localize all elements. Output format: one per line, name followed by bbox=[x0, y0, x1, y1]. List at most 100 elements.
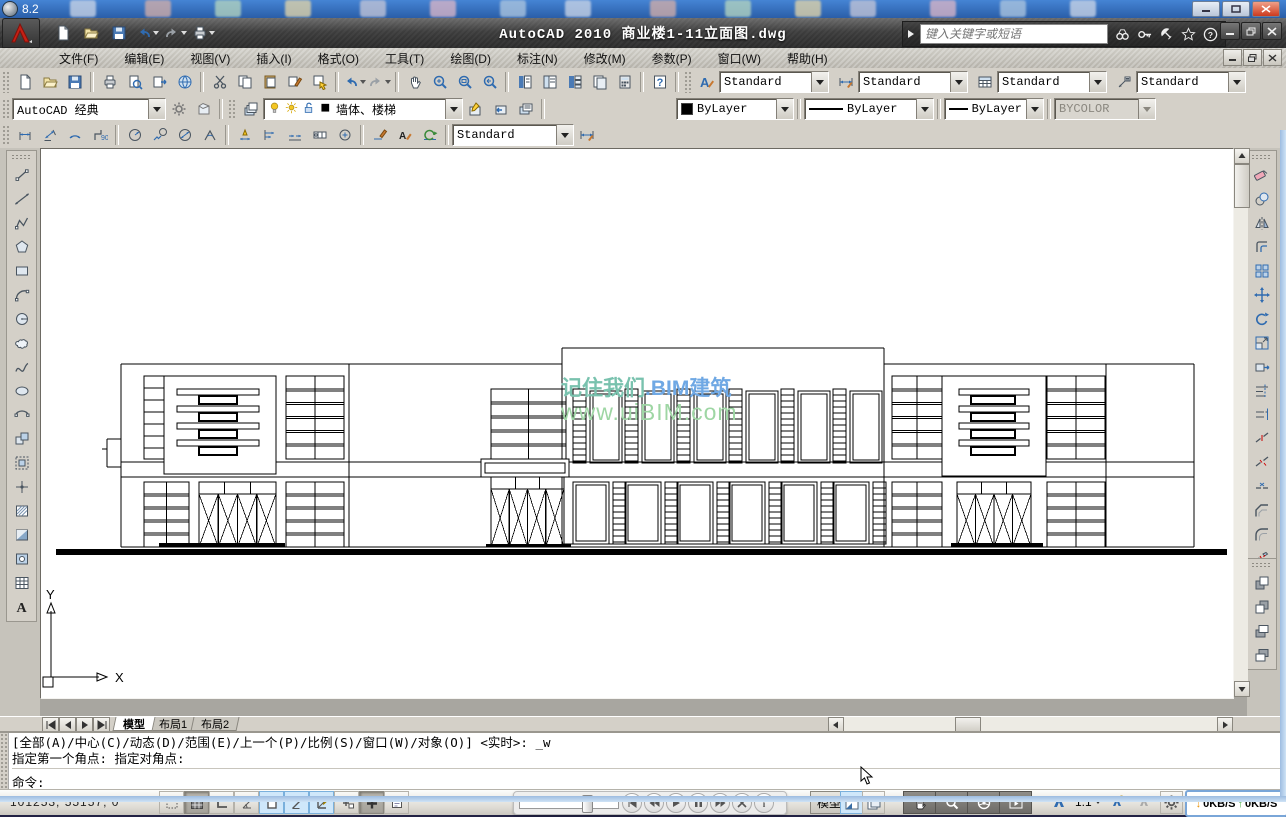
dimension-text-edit-button[interactable]: A bbox=[392, 123, 417, 147]
designcenter-button[interactable] bbox=[537, 70, 562, 94]
save-button[interactable] bbox=[62, 70, 87, 94]
bring-to-front-button[interactable] bbox=[1248, 571, 1275, 595]
menu-window[interactable]: 窗口(W) bbox=[705, 48, 774, 69]
properties-button[interactable] bbox=[512, 70, 537, 94]
dimension-style-combo[interactable]: Standard bbox=[858, 71, 968, 93]
break-at-point-button[interactable] bbox=[1248, 427, 1275, 451]
circle-button[interactable] bbox=[8, 307, 35, 331]
linetype-combo[interactable]: ByLayer bbox=[804, 98, 934, 120]
plot-preview-button[interactable] bbox=[122, 70, 147, 94]
document-restore-button[interactable] bbox=[1243, 49, 1262, 66]
menu-parametric[interactable]: 参数(P) bbox=[639, 48, 705, 69]
aligned-button[interactable] bbox=[37, 123, 62, 147]
fillet-button[interactable] bbox=[1248, 523, 1275, 547]
bulb-icon[interactable] bbox=[268, 101, 281, 118]
bring-above-objects-button[interactable] bbox=[1248, 619, 1275, 643]
extend-button[interactable] bbox=[1248, 403, 1275, 427]
ortho-toggle[interactable] bbox=[209, 791, 234, 814]
satellite-button[interactable] bbox=[1155, 24, 1177, 44]
ordinate-button[interactable]: 90 bbox=[87, 123, 112, 147]
help-circle-button[interactable]: ? bbox=[1199, 24, 1221, 44]
menu-view[interactable]: 视图(V) bbox=[177, 48, 243, 69]
continue-button[interactable] bbox=[282, 123, 307, 147]
baseline-button[interactable] bbox=[257, 123, 282, 147]
multileader-style-combo-arrow-icon[interactable] bbox=[1228, 72, 1245, 92]
close-button[interactable] bbox=[1262, 22, 1282, 40]
dyn-toggle[interactable] bbox=[334, 791, 359, 814]
layer-combo-arrow-icon[interactable] bbox=[445, 99, 462, 119]
qat-save-button[interactable] bbox=[106, 21, 132, 45]
array-button[interactable] bbox=[1248, 259, 1275, 283]
help-button[interactable]: ? bbox=[647, 70, 672, 94]
chamfer-button[interactable] bbox=[1248, 499, 1275, 523]
star-button[interactable] bbox=[1177, 24, 1199, 44]
document-close-button[interactable] bbox=[1263, 49, 1282, 66]
copy-object-button[interactable] bbox=[1248, 187, 1275, 211]
scroll-up-button[interactable] bbox=[1234, 148, 1250, 164]
arc-button[interactable] bbox=[8, 283, 35, 307]
redo-button[interactable] bbox=[367, 70, 392, 94]
undo-dropdown-icon[interactable] bbox=[153, 31, 159, 35]
ducs-toggle[interactable] bbox=[309, 791, 334, 814]
lock-icon[interactable] bbox=[302, 101, 315, 118]
command-line[interactable]: [全部(A)/中心(C)/动态(D)/范围(E)/上一个(P)/比例(S)/窗口… bbox=[0, 731, 1286, 791]
zoom-previous-button[interactable] bbox=[477, 70, 502, 94]
break-button[interactable] bbox=[1248, 451, 1275, 475]
quick-dimension-button[interactable] bbox=[232, 123, 257, 147]
angular-button[interactable] bbox=[197, 123, 222, 147]
qat-redo-button[interactable] bbox=[162, 21, 188, 45]
polar-toggle[interactable] bbox=[234, 791, 259, 814]
restore-button[interactable] bbox=[1241, 22, 1261, 40]
vertical-scrollbar[interactable] bbox=[1234, 148, 1248, 697]
menu-dimension[interactable]: 标注(N) bbox=[504, 48, 571, 69]
multiline-text-button[interactable]: A bbox=[8, 595, 35, 619]
tab-first-button[interactable] bbox=[42, 717, 59, 732]
desktop-maximize-button[interactable] bbox=[1222, 1, 1250, 17]
rectangle-button[interactable] bbox=[8, 259, 35, 283]
menu-file[interactable]: 文件(F) bbox=[46, 48, 111, 69]
dimension-edit-button[interactable] bbox=[367, 123, 392, 147]
center-mark-button[interactable] bbox=[332, 123, 357, 147]
layer-properties-button[interactable] bbox=[238, 97, 263, 121]
dimension-style-button[interactable] bbox=[574, 123, 599, 147]
minimize-button[interactable] bbox=[1220, 22, 1240, 40]
workspace-combo-arrow-icon[interactable] bbox=[148, 99, 165, 119]
plotstyle-combo[interactable]: BYCOLOR bbox=[1054, 98, 1156, 120]
undo-dropdown-icon[interactable] bbox=[360, 80, 366, 84]
send-under-objects-button[interactable] bbox=[1248, 643, 1275, 667]
otrack-toggle[interactable] bbox=[284, 791, 309, 814]
tolerance-button[interactable] bbox=[307, 123, 332, 147]
menu-format[interactable]: 格式(O) bbox=[305, 48, 372, 69]
tab-model[interactable]: 模型 bbox=[113, 717, 156, 731]
dimension-update-button[interactable] bbox=[417, 123, 442, 147]
plot-dropdown-icon[interactable] bbox=[209, 31, 215, 35]
command-prompt[interactable]: 命令: bbox=[12, 768, 1282, 788]
binoculars-button[interactable] bbox=[1111, 24, 1133, 44]
key-button[interactable] bbox=[1133, 24, 1155, 44]
menu-insert[interactable]: 插入(I) bbox=[243, 48, 304, 69]
menu-edit[interactable]: 编辑(E) bbox=[111, 48, 177, 69]
qat-plot-button[interactable] bbox=[190, 21, 216, 45]
workspace-combo[interactable]: AutoCAD 经典 bbox=[12, 98, 166, 120]
layer-states-button[interactable] bbox=[513, 97, 538, 121]
menu-draw[interactable]: 绘图(D) bbox=[437, 48, 504, 69]
tab-previous-button[interactable] bbox=[59, 717, 76, 732]
workspace-settings-button[interactable] bbox=[166, 97, 191, 121]
grid-toggle[interactable] bbox=[184, 791, 209, 814]
command-window-grip[interactable] bbox=[0, 733, 9, 791]
toolbar-grip[interactable] bbox=[684, 71, 691, 93]
redo-dropdown-icon[interactable] bbox=[385, 80, 391, 84]
spline-button[interactable] bbox=[8, 355, 35, 379]
swatch-icon[interactable] bbox=[319, 101, 332, 118]
point-button[interactable] bbox=[8, 475, 35, 499]
insert-block-button[interactable] bbox=[8, 427, 35, 451]
tab-next-button[interactable] bbox=[76, 717, 93, 732]
steering-wheel-button[interactable] bbox=[967, 791, 1000, 814]
open-button[interactable] bbox=[37, 70, 62, 94]
join-button[interactable] bbox=[1248, 475, 1275, 499]
table-style-button[interactable] bbox=[972, 70, 997, 94]
tool-palettes-button[interactable] bbox=[562, 70, 587, 94]
redo-dropdown-icon[interactable] bbox=[181, 31, 187, 35]
menu-tools[interactable]: 工具(T) bbox=[372, 48, 437, 69]
make-block-button[interactable] bbox=[8, 451, 35, 475]
